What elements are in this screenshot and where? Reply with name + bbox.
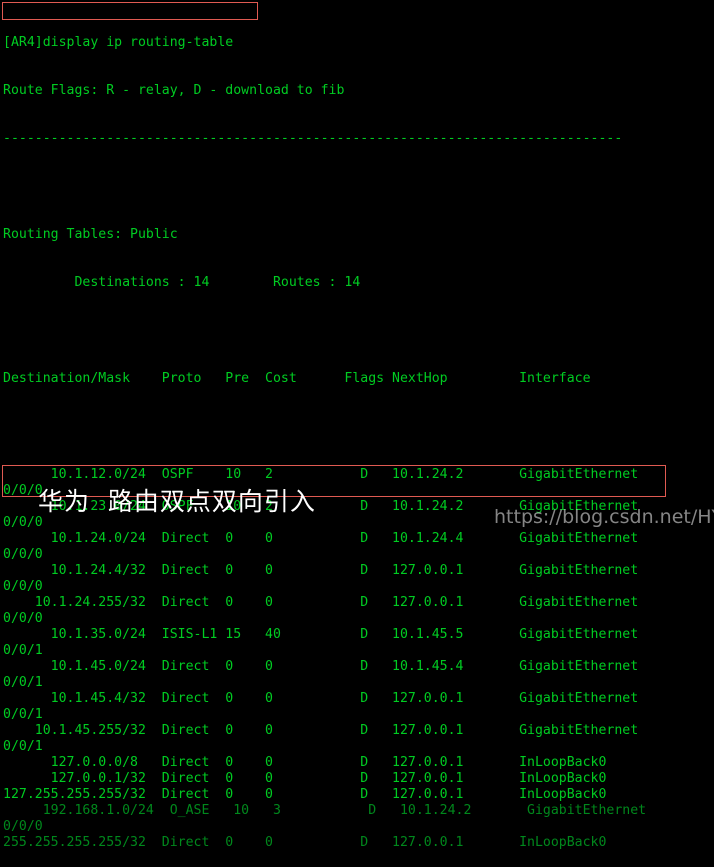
table-row: 10.1.24.0/24 Direct 0 0 D 10.1.24.4 Giga…: [3, 531, 639, 546]
table-header-row: Destination/Mask Proto Pre Cost Flags Ne…: [3, 371, 591, 386]
table-row: 10.1.45.0/24 Direct 0 0 D 10.1.45.4 Giga…: [3, 659, 639, 674]
table-row-continuation: 0/0/0: [3, 819, 43, 834]
separator-line: ----------------------------------------…: [3, 131, 623, 146]
table-row: 127.0.0.1/32 Direct 0 0 D 127.0.0.1 InLo…: [3, 771, 607, 786]
table-row: 127.0.0.0/8 Direct 0 0 D 127.0.0.1 InLoo…: [3, 755, 607, 770]
route-flags-line: Route Flags: R - relay, D - download to …: [3, 83, 345, 98]
blank-line-2: [3, 323, 714, 339]
table-row: 192.168.1.0/24 O_ASE 10 3 D 10.1.24.2 Gi…: [3, 803, 647, 818]
table-row-continuation: 0/0/1: [3, 739, 43, 754]
routing-tables-label: Routing Tables: Public: [3, 227, 178, 242]
table-row-continuation: 0/0/0: [3, 547, 43, 562]
table-row: 10.1.45.4/32 Direct 0 0 D 127.0.0.1 Giga…: [3, 691, 639, 706]
blank-line-3: [3, 419, 714, 435]
table-row: 10.1.45.255/32 Direct 0 0 D 127.0.0.1 Gi…: [3, 723, 639, 738]
table-row-continuation: 0/0/0: [3, 579, 43, 594]
table-row: 10.1.24.255/32 Direct 0 0 D 127.0.0.1 Gi…: [3, 595, 639, 610]
table-row-continuation: 0/0/1: [3, 707, 43, 722]
routing-summary-line: Destinations : 14 Routes : 14: [3, 275, 361, 290]
table-row-continuation: 0/0/1: [3, 675, 43, 690]
table-row-continuation: 0/0/0: [3, 611, 43, 626]
table-row: 10.1.12.0/24 OSPF 10 2 D 10.1.24.2 Gigab…: [3, 467, 639, 482]
watermark-text: https://blog.csdn.net/HYD696: [494, 506, 714, 528]
table-row-continuation: 0/0/1: [3, 643, 43, 658]
annotation-text: 华为 路由双点双向引入: [38, 487, 316, 516]
blank-line-1: [3, 179, 714, 195]
command-prompt-line[interactable]: [AR4]display ip routing-table: [3, 35, 714, 51]
terminal-output: [AR4]display ip routing-table Route Flag…: [0, 0, 714, 850]
table-row: 10.1.35.0/24 ISIS-L1 15 40 D 10.1.45.5 G…: [3, 627, 639, 642]
table-row: 255.255.255.255/32 Direct 0 0 D 127.0.0.…: [3, 835, 607, 850]
table-row: 10.1.24.4/32 Direct 0 0 D 127.0.0.1 Giga…: [3, 563, 639, 578]
table-row: 127.255.255.255/32 Direct 0 0 D 127.0.0.…: [3, 787, 607, 802]
